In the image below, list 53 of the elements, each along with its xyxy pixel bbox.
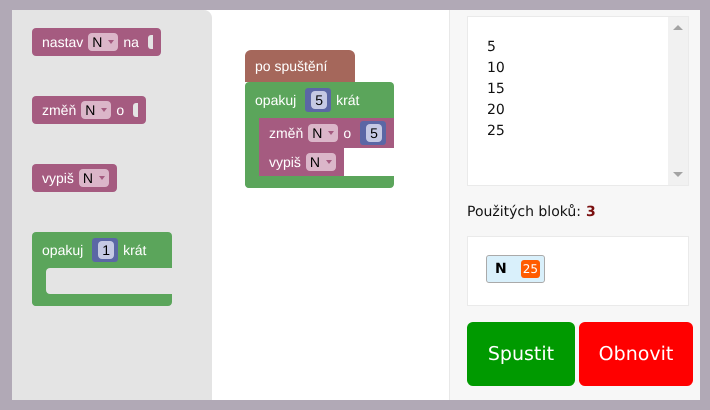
caret-icon xyxy=(99,176,106,180)
output-line: 5 xyxy=(487,38,497,57)
variable-dropdown[interactable]: N xyxy=(306,153,336,171)
block-label: o xyxy=(116,102,124,118)
output-line: 15 xyxy=(487,80,506,99)
block-label: krát xyxy=(123,242,146,258)
caret-icon xyxy=(328,131,334,135)
number-field[interactable]: 1 xyxy=(98,241,114,259)
event-block[interactable]: po spuštění xyxy=(245,50,355,82)
caret-icon xyxy=(101,108,108,112)
block-label: opakuj xyxy=(42,242,84,258)
input-notch xyxy=(148,35,153,49)
run-button[interactable]: Spustit xyxy=(467,322,575,386)
variable-name: N xyxy=(495,261,507,277)
command-block[interactable]: změň N o 5 xyxy=(259,118,394,148)
scroll-up-icon[interactable] xyxy=(673,25,683,30)
block-label: změň xyxy=(269,125,304,141)
block-label: krát xyxy=(336,92,360,108)
reset-button[interactable]: Obnovit xyxy=(579,322,693,386)
variable-dropdown[interactable]: N xyxy=(78,169,110,187)
block-label: o xyxy=(343,125,352,141)
variable-dropdown[interactable]: N xyxy=(81,101,112,119)
command-block[interactable]: vypiš N xyxy=(32,164,118,192)
command-block[interactable]: nastav N na xyxy=(32,28,161,56)
block-label: změň xyxy=(42,102,76,118)
variable-value: 25 xyxy=(520,260,540,278)
block-label: vypiš xyxy=(42,170,74,186)
output-line: 10 xyxy=(487,59,506,78)
caret-icon xyxy=(108,40,114,44)
block-label: nastav xyxy=(42,34,84,50)
output-line: 20 xyxy=(487,101,506,120)
number-block[interactable]: 1 xyxy=(92,238,118,262)
block-count-value: 3 xyxy=(586,204,596,220)
variable-dropdown[interactable]: N xyxy=(88,33,118,51)
number-field[interactable]: 5 xyxy=(311,91,328,109)
number-block[interactable]: 5 xyxy=(305,88,332,112)
scrollbar[interactable] xyxy=(668,17,688,185)
input-notch xyxy=(133,103,138,117)
command-block[interactable]: změň N o xyxy=(32,96,146,124)
block-count-label: Použitých bloků: xyxy=(467,204,582,220)
loop-block[interactable]: opakuj 5 krát změň N o 5 vypiš N xyxy=(245,82,394,188)
scroll-down-icon[interactable] xyxy=(673,172,683,177)
output-line: 25 xyxy=(487,122,506,141)
block-label: opakuj xyxy=(255,92,296,108)
loop-block[interactable]: opakuj 1 krát xyxy=(32,232,172,306)
block-label: vypiš xyxy=(269,154,301,170)
block-label: na xyxy=(123,34,139,50)
number-block[interactable]: 5 xyxy=(360,121,386,145)
variable-dropdown[interactable]: N xyxy=(308,124,338,142)
caret-icon xyxy=(326,160,332,164)
number-field[interactable]: 5 xyxy=(366,124,382,142)
block-label: po spuštění xyxy=(255,58,328,74)
command-block[interactable]: vypiš N xyxy=(259,148,344,176)
